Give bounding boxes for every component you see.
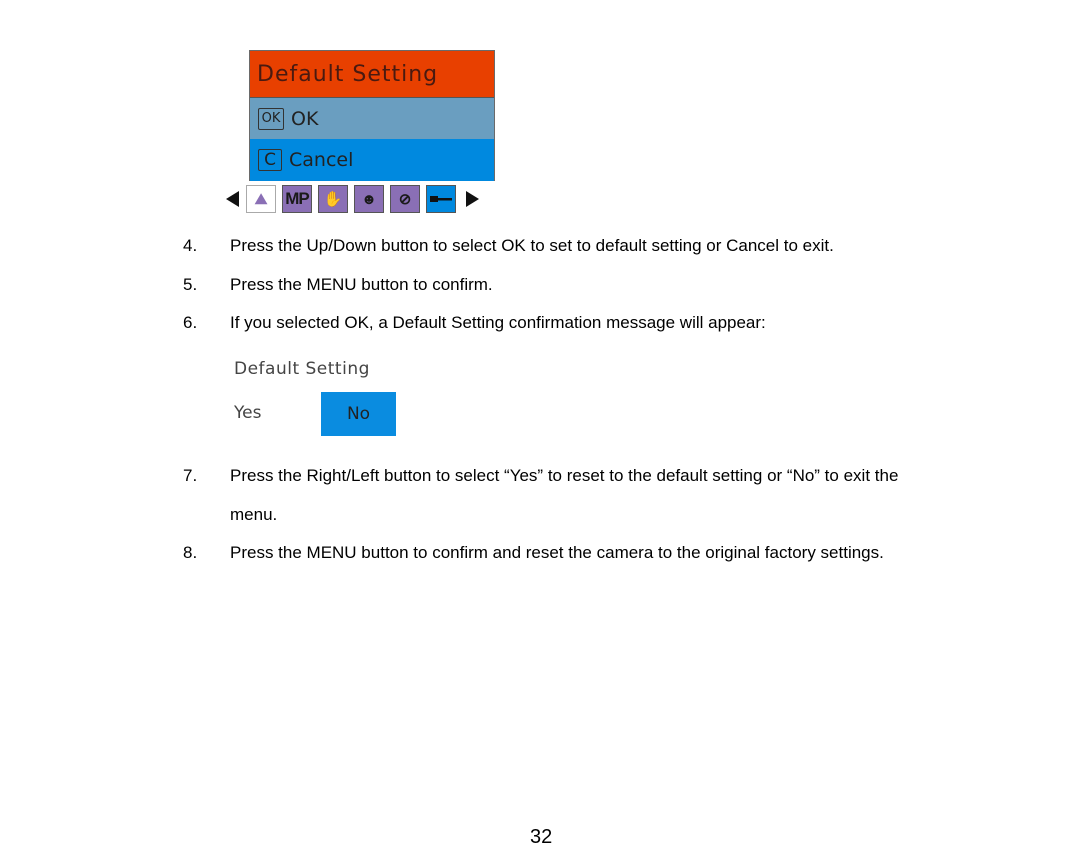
step-text: Press the Up/Down button to select OK to… [230,236,834,255]
confirm-dialog-title: Default Setting [234,359,370,379]
hand-stabilization-icon: ✋ [318,185,348,213]
confirm-yes-option: Yes [234,403,262,423]
timer-icon: ⊘ [390,185,420,213]
step-text: Press the MENU button to confirm. [230,275,493,294]
option-label: Cancel [289,149,354,171]
left-arrow-icon [226,191,239,207]
step-number: 7. [183,466,198,485]
image-quality-icon: ⛰ [246,185,276,213]
confirm-no-option: No [321,392,396,436]
page-number: 32 [530,826,553,848]
face-detection-icon: ☻ [354,185,384,213]
cancel-key-icon: C [258,149,282,171]
step-text: If you selected OK, a Default Setting co… [230,313,766,332]
option-label: OK [291,107,319,130]
camera-menu-screenshot: Default Setting OK OK C Cancel [249,50,495,181]
step-number: 5. [183,275,198,294]
camera-menu-option-cancel: C Cancel [250,139,494,181]
step-number: 8. [183,543,198,562]
step-number: 6. [183,313,198,332]
camera-menu-option-ok: OK OK [250,98,494,139]
step-text: menu. [230,505,278,524]
wrench-settings-icon [426,185,456,213]
step-text: Press the MENU button to confirm and res… [230,543,884,562]
step-text: Press the Right/Left button to select “Y… [230,466,899,485]
megapixel-icon: MP [282,185,312,213]
camera-menu-title: Default Setting [250,51,494,98]
ok-key-icon: OK [258,107,284,130]
right-arrow-icon [466,191,479,207]
step-number: 4. [183,236,198,255]
camera-menu-tab-bar: ⛰ MP ✋ ☻ ⊘ [226,184,479,214]
